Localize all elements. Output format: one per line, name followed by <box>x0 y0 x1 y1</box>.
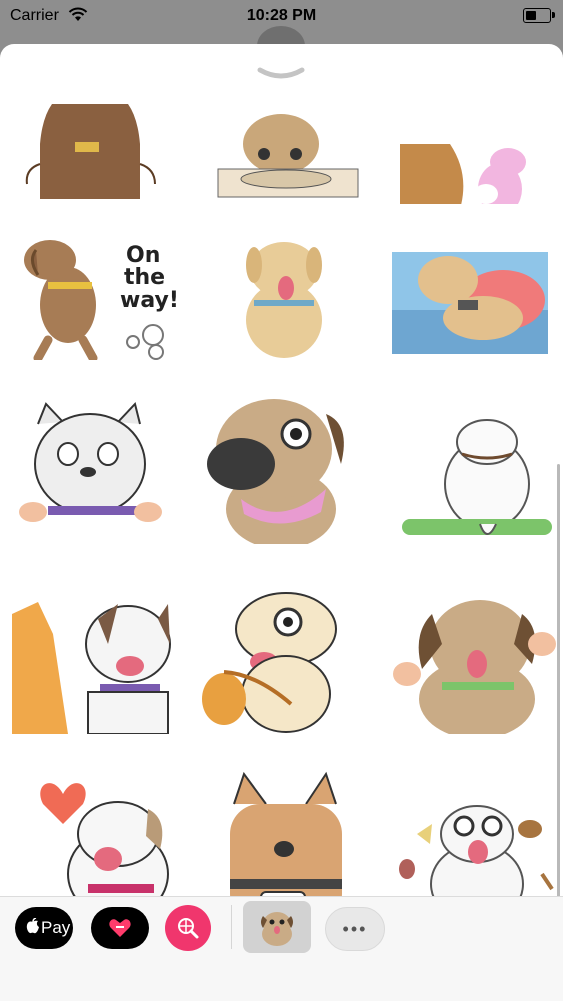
sticker-brown-dog-running[interactable]: On the way! <box>8 200 178 360</box>
sticker-puppy-with-bag[interactable] <box>196 574 366 734</box>
sticker-yellow-lab-tongue[interactable] <box>196 200 366 360</box>
sticker-pug-pink-bib[interactable] <box>196 384 366 544</box>
chevron-down-icon[interactable] <box>256 64 306 84</box>
sticker-pack-app-button[interactable] <box>243 901 311 953</box>
sticker-text-way: way! <box>120 288 178 313</box>
heart-icon <box>109 919 131 937</box>
sticker-pug-arms-up[interactable] <box>392 574 562 734</box>
heart-app-button[interactable] <box>91 907 149 949</box>
more-label: ••• <box>342 919 368 939</box>
clock: 10:28 PM <box>246 7 317 24</box>
sticker-sheet: On the way! <box>0 44 563 1000</box>
more-apps-button[interactable]: ••• <box>325 907 385 951</box>
sticker-pug-with-tray[interactable] <box>196 104 366 204</box>
sticker-text-the: the <box>124 265 165 290</box>
scrollbar[interactable] <box>557 464 560 934</box>
apple-pay-button[interactable]: Pay <box>15 907 73 949</box>
sticker-dog-with-pink-bunny[interactable] <box>390 104 560 204</box>
battery-icon <box>523 8 555 23</box>
apple-pay-label: Pay <box>41 918 71 937</box>
sticker-french-bulldog-collar[interactable] <box>8 384 178 544</box>
pug-icon <box>261 912 293 946</box>
drawer-separator <box>231 905 232 949</box>
sticker-dogs-hugging[interactable] <box>8 574 178 734</box>
apple-icon <box>26 918 39 934</box>
image-search-app-button[interactable] <box>165 905 211 951</box>
sticker-brown-dog-back[interactable] <box>5 104 175 204</box>
app-drawer: Pay ••• <box>0 896 563 1001</box>
sticker-dog-on-couch[interactable] <box>388 200 558 360</box>
sticker-white-dog-on-mat[interactable] <box>392 384 562 544</box>
sticker-grid: On the way! <box>0 104 563 940</box>
globe-search-icon <box>178 918 199 939</box>
